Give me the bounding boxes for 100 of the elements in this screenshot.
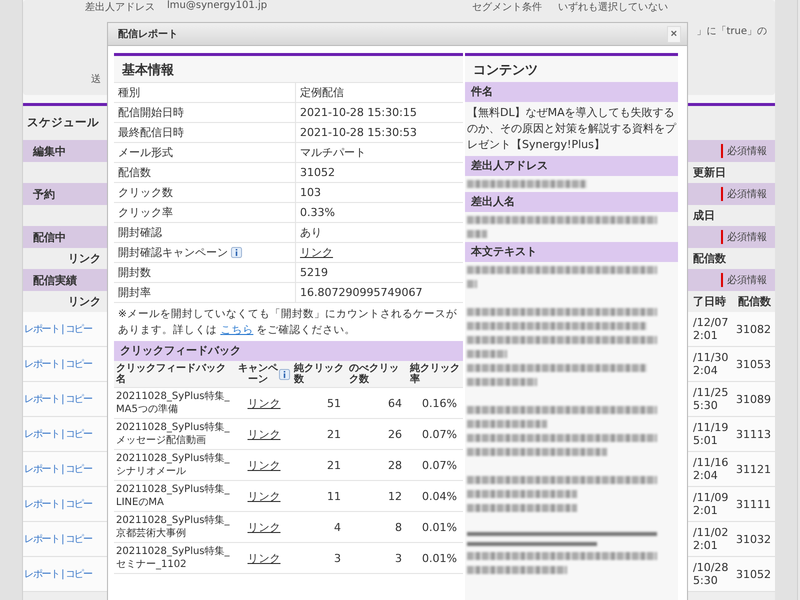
campaign-link[interactable]: リンク <box>248 520 280 534</box>
table-cell: 3 <box>334 552 341 564</box>
report-copy-link[interactable]: レポート | コピー <box>24 324 92 335</box>
field-label: 差出人アドレス <box>85 0 155 14</box>
date-cell: /11/09 <box>693 491 728 504</box>
close-button[interactable]: × <box>666 26 681 42</box>
campaign-link[interactable]: リンク <box>248 490 280 502</box>
field-value: lmu@synergy101.jp <box>167 0 268 13</box>
column-header: クリックフィードバック名 <box>116 363 227 385</box>
table-cell-text: 種別 <box>117 85 141 101</box>
count-cell: 31113 <box>736 428 771 440</box>
count-cell: 31082 <box>736 322 771 336</box>
time-cell: 2:01 <box>693 329 718 342</box>
subject-text: 【無料DL】なぜMAを導入しても失敗するのか、その原因と対策を解説する資料をプレゼント【Synergy!Plus】 <box>466 105 678 153</box>
count-cell: 31111 <box>736 498 771 510</box>
column-header: 純クリック率 <box>410 363 461 385</box>
count-cell: 31053 <box>736 358 771 370</box>
report-copy-link[interactable]: レポート | コピー <box>24 499 92 510</box>
table-cell: 51 <box>327 396 341 410</box>
table-cell: 64 <box>388 396 402 410</box>
status-label: 配信中 <box>33 230 66 244</box>
table-cell: 0.01% <box>422 552 457 564</box>
status-label: 配信実績 <box>33 272 77 288</box>
report-copy-link[interactable]: レポート | コピー <box>24 359 92 370</box>
column-header: 更新日 <box>693 165 726 180</box>
campaign-link[interactable]: リンク <box>248 458 280 472</box>
time-cell: 2:01 <box>693 539 718 552</box>
table-cell: 8 <box>395 520 402 534</box>
table-cell: 20211028_SyPlus特集_シナリオメール <box>116 453 230 477</box>
section-header: クリックフィードバック <box>114 341 463 361</box>
date-cell: /11/25 <box>693 386 728 399</box>
count-cell: 31052 <box>736 568 771 580</box>
report-copy-link[interactable]: レポート | コピー <box>24 534 92 545</box>
table-cell: 5219 <box>295 263 463 282</box>
count-cell: 31121 <box>736 462 771 476</box>
table-cell: 開封確認キャンペーン <box>118 245 228 260</box>
field-label: セグメント条件 <box>472 1 542 14</box>
field-label: 送 <box>91 74 101 85</box>
table-cell: 3 <box>395 552 402 564</box>
table-cell: 20211028_SyPlus特集_京都芸術大事例 <box>116 515 230 539</box>
report-copy-link[interactable]: レポート | コピー <box>24 464 92 475</box>
time-cell: 5:30 <box>693 574 718 587</box>
table-cell: 0.07% <box>422 458 457 472</box>
table-cell-text: 開封確認 <box>117 225 163 241</box>
table-cell-text: 最終配信日時 <box>117 125 185 141</box>
table-cell-text: 開封率 <box>117 285 152 301</box>
table-cell: あり <box>295 223 463 242</box>
column-header: 成日 <box>693 208 715 223</box>
time-cell: 5:30 <box>693 399 718 412</box>
table-cell-text: 配信数 <box>117 165 152 181</box>
table-cell: 21 <box>327 458 341 472</box>
table-cell-text: クリック数 <box>117 185 174 201</box>
report-copy-link[interactable]: レポート | コピー <box>24 394 92 405</box>
table-cell: 12 <box>388 490 402 502</box>
campaign-link[interactable]: リンク <box>248 428 280 440</box>
table-cell: 20211028_SyPlus特集_セミナー_1102 <box>116 546 230 570</box>
section-title: スケジュール <box>27 115 99 131</box>
table-cell: 26 <box>388 428 402 440</box>
table-cell: 20211028_SyPlus特集_LINEのMA <box>116 484 230 508</box>
required-label: 必須情報 <box>721 230 767 244</box>
table-cell: 2021-10-28 15:30:15 <box>295 103 463 122</box>
info-icon[interactable] <box>279 368 290 380</box>
time-cell: 2:04 <box>693 364 718 377</box>
column-header: キャンペーン <box>238 363 278 385</box>
table-cell-text: 開封数 <box>117 265 152 281</box>
date-cell: /12/07 <box>693 316 728 329</box>
table-cell: 16.807290995749067 <box>295 283 463 302</box>
table-cell: 20211028_SyPlus特集_MA5つの準備 <box>116 391 230 415</box>
table-cell: 0.04% <box>422 490 457 502</box>
table-cell-text: 配信開始日時 <box>117 105 185 121</box>
table-cell-text: クリック率 <box>117 205 174 221</box>
table-cell: 28 <box>388 458 402 472</box>
campaign-link[interactable]: リンク <box>300 246 333 259</box>
report-copy-link[interactable]: レポート | コピー <box>24 429 92 440</box>
column-header: 了日時 <box>693 294 726 309</box>
column-header: 配信数 <box>693 251 726 266</box>
status-label: 予約 <box>33 186 55 202</box>
date-cell: /11/30 <box>693 351 728 364</box>
campaign-link[interactable]: リンク <box>248 552 280 564</box>
required-label: 必須情報 <box>721 187 767 201</box>
panel-title: 基本情報 <box>114 56 463 82</box>
time-cell: 2:01 <box>693 504 718 517</box>
section-header: 差出人名 <box>465 192 678 212</box>
date-cell: /10/28 <box>693 561 728 574</box>
status-label: 編集中 <box>33 144 66 158</box>
table-cell: 103 <box>295 183 463 202</box>
report-copy-link[interactable]: レポート | コピー <box>24 569 92 580</box>
date-cell: /11/02 <box>693 526 728 539</box>
date-cell: /11/16 <box>693 456 728 469</box>
info-icon[interactable] <box>231 247 242 258</box>
table-cell: 20211028_SyPlus特集_メッセージ配信動画 <box>116 422 230 446</box>
count-cell: 31032 <box>736 532 771 546</box>
table-cell: 21 <box>327 428 341 440</box>
column-header: 純クリック数 <box>294 363 345 385</box>
campaign-link[interactable]: リンク <box>248 396 280 410</box>
table-cell: マルチパート <box>295 143 463 162</box>
section-header: 本文テキスト <box>465 242 678 262</box>
table-cell-text: メール形式 <box>117 145 174 161</box>
section-header: 差出人アドレス <box>465 156 678 176</box>
help-link[interactable]: こちら <box>220 324 254 336</box>
